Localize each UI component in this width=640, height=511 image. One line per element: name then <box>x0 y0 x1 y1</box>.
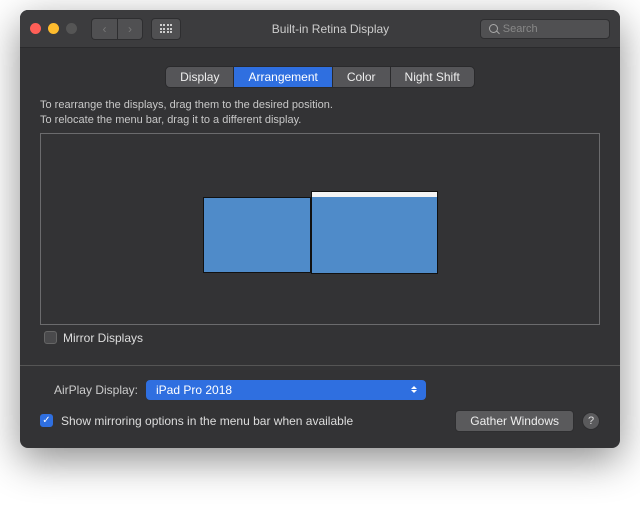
search-icon <box>489 24 498 34</box>
window-title: Built-in Retina Display <box>189 22 472 36</box>
menu-bar-handle[interactable] <box>312 192 437 197</box>
nav-back-button[interactable]: ‹ <box>91 18 117 40</box>
show-all-button[interactable] <box>151 18 181 40</box>
preferences-window: ‹ › Built-in Retina Display Display Arra… <box>20 10 620 448</box>
mirror-displays-checkbox[interactable] <box>44 331 57 344</box>
airplay-display-select[interactable]: iPad Pro 2018 <box>146 380 426 400</box>
show-mirroring-label: Show mirroring options in the menu bar w… <box>61 414 353 428</box>
airplay-row: AirPlay Display: iPad Pro 2018 <box>40 380 600 400</box>
tab-color[interactable]: Color <box>333 67 391 87</box>
display-arrangement-area[interactable] <box>40 133 600 325</box>
display-1[interactable] <box>203 197 311 273</box>
gather-windows-button[interactable]: Gather Windows <box>455 410 574 432</box>
help-line-2: To relocate the menu bar, drag it to a d… <box>40 113 600 128</box>
chevron-left-icon: ‹ <box>103 22 107 36</box>
chevron-right-icon: › <box>128 22 132 36</box>
updown-arrows-icon <box>406 380 422 400</box>
mirror-displays-label: Mirror Displays <box>63 331 143 345</box>
zoom-window-button <box>66 23 77 34</box>
minimize-window-button[interactable] <box>48 23 59 34</box>
traffic-lights <box>30 23 77 34</box>
arrangement-help-text: To rearrange the displays, drag them to … <box>40 98 600 129</box>
tab-night-shift[interactable]: Night Shift <box>391 67 474 87</box>
display-2-primary[interactable] <box>311 191 438 274</box>
tab-bar: Display Arrangement Color Night Shift <box>165 66 475 88</box>
help-button[interactable]: ? <box>582 412 600 430</box>
divider <box>20 365 620 366</box>
nav-buttons: ‹ › <box>91 18 143 40</box>
tab-arrangement[interactable]: Arrangement <box>234 67 332 87</box>
show-mirroring-checkbox[interactable]: ✓ <box>40 414 53 427</box>
titlebar: ‹ › Built-in Retina Display <box>20 10 620 48</box>
grid-icon <box>160 24 173 33</box>
content-area: Display Arrangement Color Night Shift To… <box>20 48 620 448</box>
bottom-row: ✓ Show mirroring options in the menu bar… <box>40 410 600 432</box>
mirror-displays-row: Mirror Displays <box>44 331 600 345</box>
search-field[interactable] <box>480 19 610 39</box>
airplay-selected-value: iPad Pro 2018 <box>156 383 232 397</box>
airplay-label: AirPlay Display: <box>40 383 138 397</box>
search-input[interactable] <box>503 23 601 35</box>
help-line-1: To rearrange the displays, drag them to … <box>40 98 600 113</box>
tab-display[interactable]: Display <box>166 67 234 87</box>
nav-forward-button[interactable]: › <box>117 18 143 40</box>
close-window-button[interactable] <box>30 23 41 34</box>
tabs-container: Display Arrangement Color Night Shift <box>40 66 600 88</box>
